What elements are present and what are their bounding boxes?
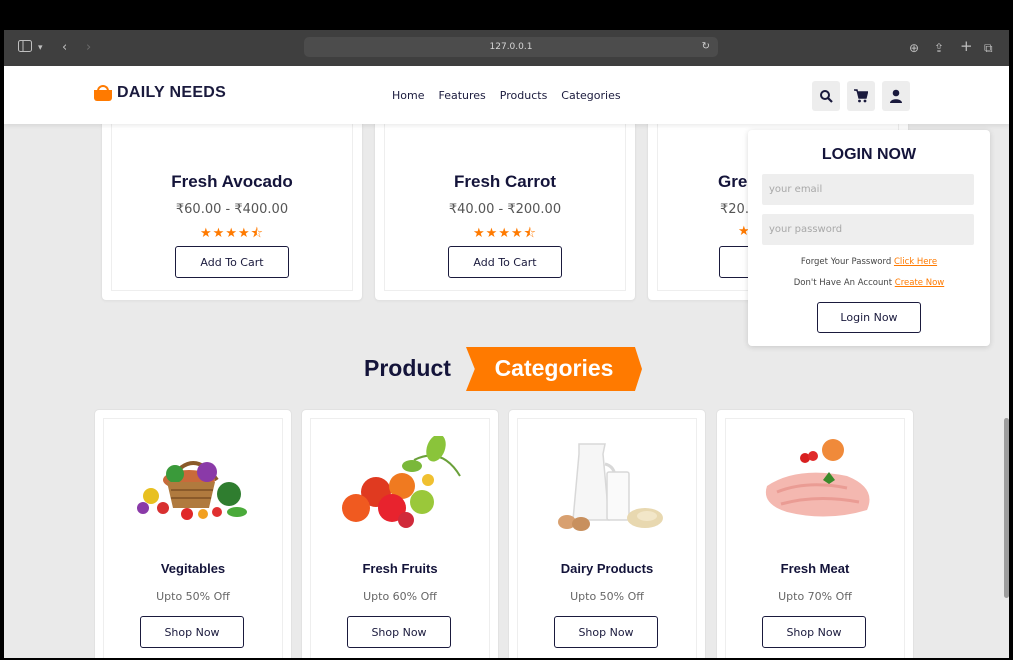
create-account-line: Don't Have An Account Create Now	[748, 278, 990, 288]
logo[interactable]: DAILY NEEDS	[94, 84, 226, 102]
fruits-image	[342, 436, 461, 528]
chevron-down-icon[interactable]: ▾	[38, 40, 43, 56]
login-form: LOGIN NOW Forget Your Password Click Her…	[748, 130, 990, 346]
scrollbar-thumb[interactable]	[1004, 418, 1009, 598]
category-offer: Upto 60% Off	[363, 590, 437, 603]
address-bar[interactable]: 127.0.0.1 ↻	[304, 37, 718, 57]
shop-now-button[interactable]: Shop Now	[554, 616, 658, 648]
category-name: Fresh Fruits	[362, 561, 438, 576]
meat-image	[765, 439, 870, 517]
logo-text: DAILY NEEDS	[117, 84, 227, 101]
add-to-cart-button[interactable]: Add To Cart	[448, 246, 562, 278]
category-name: Fresh Meat	[780, 561, 850, 576]
category-card: Vegitables Upto 50% Off Shop Now	[95, 410, 291, 658]
section-title: Product Categories	[4, 347, 1009, 391]
product-price: ₹40.00 - ₹200.00	[448, 202, 562, 217]
nav-features[interactable]: Features	[438, 89, 485, 102]
star-rating-icon: ★★★★⯪	[200, 226, 264, 241]
category-name: Dairy Products	[560, 561, 654, 576]
star-rating-icon: ★★★★⯪	[473, 226, 537, 241]
new-tab-icon[interactable]: +	[960, 38, 973, 54]
password-input[interactable]	[762, 214, 974, 245]
section-title-primary: Product	[364, 355, 451, 381]
search-icon	[820, 90, 833, 103]
basket-icon	[94, 85, 112, 101]
url-text: 127.0.0.1	[489, 42, 533, 52]
user-icon	[890, 89, 902, 103]
product-card: Fresh Carrot ₹40.00 - ₹200.00 ★★★★⯪ Add …	[375, 104, 635, 300]
category-card: Dairy Products Upto 50% Off Shop Now	[509, 410, 705, 658]
product-name: Fresh Carrot	[453, 172, 557, 191]
download-icon[interactable]: ⊕	[909, 40, 919, 56]
login-button[interactable]: Login Now	[817, 302, 921, 333]
forgot-password-line: Forget Your Password Click Here	[748, 257, 990, 267]
nav-products[interactable]: Products	[500, 89, 548, 102]
category-offer: Upto 50% Off	[156, 590, 230, 603]
dairy-image	[558, 443, 663, 531]
add-to-cart-button[interactable]: Add To Cart	[175, 246, 289, 278]
browser-toolbar: ▾ ‹ › 127.0.0.1 ↻ ⊕ ⇪ + ⧉	[4, 30, 1009, 66]
browser-chrome: ▾ ‹ › 127.0.0.1 ↻ ⊕ ⇪ + ⧉	[4, 4, 1009, 66]
search-button[interactable]	[812, 81, 840, 111]
shop-now-button[interactable]: Shop Now	[140, 616, 244, 648]
category-offer: Upto 50% Off	[570, 590, 644, 603]
email-input[interactable]	[762, 174, 974, 205]
share-icon[interactable]: ⇪	[934, 40, 944, 56]
cart-button[interactable]	[847, 81, 875, 111]
back-icon[interactable]: ‹	[62, 40, 67, 56]
create-account-text: Don't Have An Account	[793, 278, 893, 288]
shop-now-button[interactable]: Shop Now	[762, 616, 866, 648]
user-button[interactable]	[882, 81, 910, 111]
main-nav: Home Features Products Categories	[392, 89, 621, 102]
cart-icon	[854, 89, 868, 103]
category-name: Vegitables	[160, 561, 226, 576]
create-account-link[interactable]: Create Now	[895, 278, 944, 288]
site-header: DAILY NEEDS Home Features Products Categ…	[4, 66, 1009, 124]
forward-icon[interactable]: ›	[86, 40, 91, 56]
vegetable-basket-image	[137, 461, 247, 520]
category-card: Fresh Meat Upto 70% Off Shop Now	[717, 410, 913, 658]
tabs-icon[interactable]: ⧉	[984, 40, 993, 56]
section-title-highlight: Categories	[494, 355, 614, 381]
login-title: LOGIN NOW	[821, 146, 917, 163]
forgot-password-link[interactable]: Click Here	[894, 257, 937, 267]
shop-now-button[interactable]: Shop Now	[347, 616, 451, 648]
product-price: ₹60.00 - ₹400.00	[175, 202, 289, 217]
nav-categories[interactable]: Categories	[561, 89, 620, 102]
product-card: Fresh Avocado ₹60.00 - ₹400.00 ★★★★⯪ Add…	[102, 104, 362, 300]
category-offer: Upto 70% Off	[778, 590, 852, 603]
forgot-password-text: Forget Your Password	[800, 257, 892, 267]
reload-icon[interactable]: ↻	[702, 37, 710, 57]
product-name: Fresh Avocado	[171, 172, 293, 191]
sidebar-icon[interactable]	[18, 40, 32, 57]
nav-home[interactable]: Home	[392, 89, 424, 102]
browser-window: ▾ ‹ › 127.0.0.1 ↻ ⊕ ⇪ + ⧉ DAILY NEEDS Ho…	[4, 4, 1009, 658]
category-card: Fresh Fruits Upto 60% Off Shop Now	[302, 410, 498, 658]
